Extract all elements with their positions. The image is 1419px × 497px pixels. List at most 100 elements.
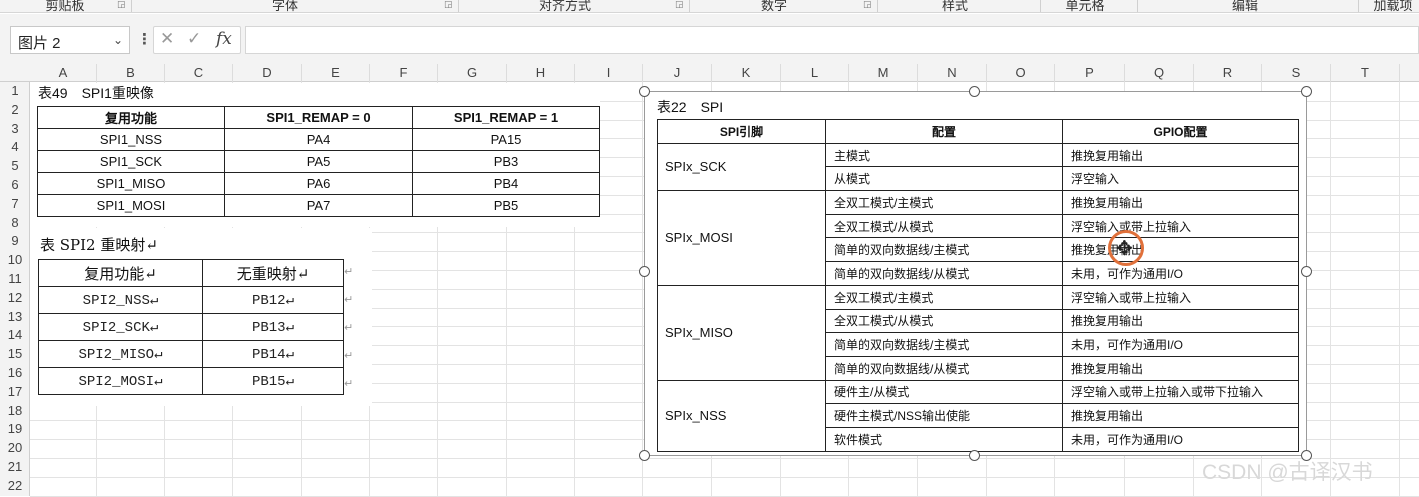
column-header[interactable]: N xyxy=(918,64,987,82)
table-cell: PA6 xyxy=(224,172,413,195)
column-header[interactable]: O xyxy=(987,64,1055,82)
column-header[interactable]: M xyxy=(849,64,918,82)
name-box[interactable]: 图片 2 ⌄ xyxy=(10,26,130,54)
column-header[interactable]: S xyxy=(1262,64,1331,82)
resize-handle-top-left[interactable] xyxy=(639,86,650,97)
row-headers: 1 2 3 4 5 6 7 8 9 10 11 12 13 14 15 16 17 18 19 20 21 22 xyxy=(0,82,30,496)
alignment-launcher-icon[interactable]: ◲ xyxy=(675,0,684,10)
column-header[interactable]: D xyxy=(233,64,302,82)
row-header[interactable]: 20 xyxy=(0,440,30,459)
picture-spi2-remap[interactable]: 表 SPI2 重映射↵ 复用功能↵ 无重映射↵ SPI2_NSS↵ PB12↵ SP… xyxy=(30,228,372,406)
row-header[interactable]: 3 xyxy=(0,121,30,140)
row-header[interactable]: 13 xyxy=(0,309,30,328)
column-header[interactable]: C xyxy=(165,64,233,82)
ribbon-label: 样式 xyxy=(941,0,968,13)
table-cell: 全双工模式/主模式 xyxy=(825,190,1063,215)
row-header[interactable]: 9 xyxy=(0,233,30,252)
column-header[interactable]: E xyxy=(302,64,370,82)
row-header[interactable]: 1 xyxy=(0,83,30,102)
resize-handle-bottom[interactable] xyxy=(969,450,980,461)
ribbon-group-number: 数字 xyxy=(752,0,796,12)
table-cell: 推挽复用输出 xyxy=(1062,355,1299,381)
column-header[interactable]: H xyxy=(507,64,575,82)
row-header[interactable]: 8 xyxy=(0,215,30,234)
row-header[interactable]: 11 xyxy=(0,271,30,290)
table-row: SPIx_SCK 主模式 推挽复用输出 xyxy=(657,142,1299,192)
row-header[interactable]: 5 xyxy=(0,158,30,177)
font-launcher-icon[interactable]: ◲ xyxy=(444,0,453,10)
table-cell: SPI2_MOSI↵ xyxy=(38,367,203,395)
picture-spi1-remap[interactable]: 表49 SPI1重映像 复用功能 SPI1_REMAP = 0 SPI1_REMAP… xyxy=(30,83,600,227)
row-header[interactable]: 16 xyxy=(0,365,30,384)
ribbon-label: 加载项 xyxy=(1373,0,1413,13)
row-header[interactable]: 6 xyxy=(0,177,30,196)
clipboard-launcher-icon[interactable]: ◲ xyxy=(117,0,126,10)
ribbon-group-alignment: 对齐方式 xyxy=(530,0,600,12)
row-header[interactable]: 22 xyxy=(0,478,30,497)
table-row: SPI2_MISO↵ PB14↵ xyxy=(38,340,344,368)
cancel-icon[interactable]: ✕ xyxy=(160,29,174,49)
table-cell: 全双工模式/从模式 xyxy=(825,308,1063,334)
ribbon-group-addins: 加载项 xyxy=(1368,0,1418,13)
spi2-remap-table: 复用功能↵ 无重映射↵ SPI2_NSS↵ PB12↵ SPI2_SCK↵ PB13↵… xyxy=(38,259,344,395)
table-cell: SPI1_MISO xyxy=(37,172,225,195)
row-header[interactable]: 12 xyxy=(0,290,30,309)
picture-spi-gpio-config[interactable]: 表22 SPI SPI引脚 配置 GPIO配置 SPIx_SCK 主模式 推挽复用输出 … xyxy=(644,91,1307,456)
ribbon-group-labels: 剪贴板 ◲ 字体 ◲ 对齐方式 ◲ 数字 ◲ 样式 单元格 编辑 加载项 xyxy=(0,0,1419,13)
column-header[interactable]: G xyxy=(438,64,507,82)
row-header[interactable]: 17 xyxy=(0,384,30,403)
formula-input[interactable] xyxy=(245,26,1419,54)
table-cell: PA5 xyxy=(224,150,413,173)
table-cell: 简单的双向数据线/从模式 xyxy=(825,261,1063,286)
ribbon-group-clipboard: 剪贴板 xyxy=(40,0,90,13)
chevron-down-icon[interactable]: ⌄ xyxy=(113,33,123,47)
row-header[interactable]: 19 xyxy=(0,421,30,440)
column-header[interactable]: J xyxy=(643,64,712,82)
table-cell: 推挽复用输出 xyxy=(1062,142,1299,168)
enter-check-icon[interactable]: ✓ xyxy=(187,29,201,49)
resize-handle-top[interactable] xyxy=(969,86,980,97)
column-header[interactable]: F xyxy=(370,64,438,82)
spi1-remap-table: 复用功能 SPI1_REMAP = 0 SPI1_REMAP = 1 SPI1_NS… xyxy=(37,106,600,217)
row-header[interactable]: 15 xyxy=(0,346,30,365)
table-cell: 硬件主模式/NSS输出使能 xyxy=(825,403,1063,428)
ribbon-label: 字体 xyxy=(271,0,298,13)
column-header[interactable]: Q xyxy=(1125,64,1194,82)
resize-handle-top-right[interactable] xyxy=(1301,86,1312,97)
insert-function-icon[interactable]: fx xyxy=(216,29,232,49)
table3-title: 表22 SPI xyxy=(657,99,724,115)
resize-handle-left[interactable] xyxy=(639,266,650,277)
table-row: SPIx_NSS 硬件主/从模式 浮空输入或带上拉输入或带下拉输入 xyxy=(657,379,1299,452)
column-header[interactable]: K xyxy=(712,64,781,82)
row-header[interactable]: 2 xyxy=(0,102,30,121)
table-row: SPI1_SCK PA5 PB3 xyxy=(37,150,600,173)
column-header[interactable]: P xyxy=(1055,64,1125,82)
table-cell: 未用，可作为通用I/O xyxy=(1062,261,1299,286)
table-row: SPIx_MISO 全双工模式/主模式 浮空输入或带上拉输入 xyxy=(657,284,1299,381)
column-header[interactable]: I xyxy=(575,64,643,82)
column-header[interactable]: T xyxy=(1331,64,1400,82)
table-row: SPI2_MOSI↵ PB15↵ xyxy=(38,367,344,395)
more-options-icon[interactable]: ⋮ xyxy=(137,30,152,48)
row-header[interactable]: 18 xyxy=(0,403,30,422)
ribbon-label: 剪贴板 xyxy=(45,0,85,13)
table-cell: 未用，可作为通用I/O xyxy=(1062,426,1299,452)
row-header[interactable]: 10 xyxy=(0,252,30,271)
resize-handle-bottom-left[interactable] xyxy=(639,450,650,461)
column-header[interactable]: R xyxy=(1194,64,1262,82)
column-header[interactable]: L xyxy=(781,64,849,82)
table-cell: PB5 xyxy=(412,194,600,217)
row-header[interactable]: 14 xyxy=(0,327,30,346)
return-mark-icon: ↵ xyxy=(344,294,354,306)
formula-bar: 图片 2 ⌄ ⋮ ✕ ✓ fx xyxy=(0,14,1419,64)
table-cell: 推挽复用输出 xyxy=(1062,403,1299,428)
row-header[interactable]: 4 xyxy=(0,139,30,158)
table-cell: 硬件主/从模式 xyxy=(825,379,1063,405)
row-header[interactable]: 7 xyxy=(0,196,30,215)
number-launcher-icon[interactable]: ◲ xyxy=(863,0,872,10)
table-cell: 浮空输入 xyxy=(1062,166,1299,192)
column-header[interactable]: B xyxy=(97,64,165,82)
resize-handle-right[interactable] xyxy=(1301,266,1312,277)
row-header[interactable]: 21 xyxy=(0,459,30,478)
column-header[interactable]: A xyxy=(30,64,97,82)
